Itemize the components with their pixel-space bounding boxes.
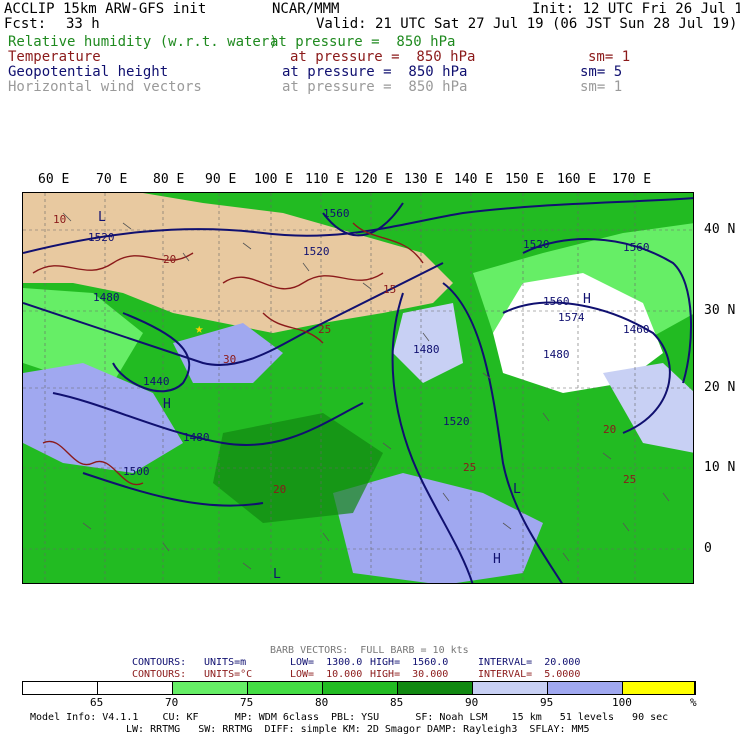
height-label: 1574 [558, 311, 585, 324]
field-gph-sm: sm= 5 [580, 64, 623, 80]
field-temp-level: at pressure = 850 hPa [290, 49, 476, 65]
field-gph-name: Geopotential height [8, 64, 169, 80]
field-temp-sm: sm= 1 [588, 49, 631, 65]
lon-label: 150 E [505, 172, 545, 187]
colorbar-swatch [398, 682, 473, 694]
colorbar-tick: 100 [612, 696, 632, 709]
lon-label: 70 E [96, 172, 128, 187]
low-center-label: L [513, 482, 521, 497]
colorbar-swatch [473, 682, 548, 694]
height-label: 1480 [543, 348, 570, 361]
barb-info: BARB VECTORS: FULL BARB = 10 kts [270, 645, 469, 656]
lat-label: 40 N [704, 222, 736, 237]
height-label: 1480 [183, 431, 210, 444]
contour-high-m: HIGH= 1560.0 [370, 657, 449, 668]
contour-label-c: CONTOURS: [132, 669, 187, 680]
contour-units-c: UNITS=°C [204, 669, 253, 680]
location-star-icon: ★ [195, 321, 204, 337]
height-label: 1520 [443, 415, 470, 428]
model-title: ACCLIP 15km ARW-GFS init [4, 1, 207, 17]
lat-label: 10 N [704, 460, 736, 475]
height-label: 1520 [303, 245, 330, 258]
field-rh-name: Relative humidity (w.r.t. water) [8, 34, 278, 50]
lon-label: 130 E [404, 172, 444, 187]
height-label: 1500 [123, 465, 150, 478]
colorbar-tick: 70 [165, 696, 179, 709]
lon-label: 80 E [153, 172, 185, 187]
temp-label: 20 [273, 483, 286, 496]
colorbar-swatch [323, 682, 398, 694]
height-label: 1560 [623, 241, 650, 254]
lon-label: 110 E [305, 172, 345, 187]
lat-label: 30 N [704, 303, 736, 318]
contour-label-m: CONTOURS: [132, 657, 187, 668]
field-wind-name: Horizontal wind vectors [8, 79, 202, 95]
height-label: 1480 [413, 343, 440, 356]
field-gph-level: at pressure = 850 hPa [282, 64, 468, 80]
colorbar-tick: 90 [465, 696, 479, 709]
field-wind-sm: sm= 1 [580, 79, 623, 95]
model-info-line2: LW: RRTMG SW: RRTMG DIFF: simple KM: 2D … [126, 724, 590, 735]
contour-low-c: LOW= 10.000 [290, 669, 363, 680]
field-rh-level: at pressure = 850 hPa [270, 34, 456, 50]
lat-label: 0 [704, 541, 712, 556]
temp-label: 25 [623, 473, 636, 486]
height-label: 1520 [88, 231, 115, 244]
temp-label: 20 [163, 253, 176, 266]
temp-label: 30 [223, 353, 236, 366]
height-label: 1440 [143, 375, 170, 388]
model-info-line1: Model Info: V4.1.1 CU: KF MP: WDM 6class… [30, 712, 669, 723]
lon-label: 170 E [612, 172, 652, 187]
colorbar-swatch [23, 682, 98, 694]
org-label: NCAR/MMM [272, 1, 340, 17]
colorbar-swatch [623, 682, 695, 694]
lon-label: 60 E [38, 172, 70, 187]
contour-interval-m: INTERVAL= 20.000 [478, 657, 581, 668]
colorbar-tick: 85 [390, 696, 404, 709]
weather-map: 1520 1480 1520 1560 1440 1480 1500 1560 … [22, 192, 694, 584]
lon-label: 90 E [205, 172, 237, 187]
field-wind-level: at pressure = 850 hPa [282, 79, 468, 95]
low-center-label: L [98, 210, 106, 225]
init-time: Init: 12 UTC Fri 26 Jul 19 [532, 1, 740, 17]
height-label: 1560 [543, 295, 570, 308]
temp-label: 15 [383, 283, 396, 296]
lon-label: 120 E [354, 172, 394, 187]
high-center-label: H [163, 397, 171, 412]
colorbar-swatch [248, 682, 323, 694]
fcst-value: 33 h [66, 16, 100, 32]
colorbar-swatch [548, 682, 623, 694]
map-svg: 1520 1480 1520 1560 1440 1480 1500 1560 … [23, 193, 693, 583]
lon-label: 160 E [557, 172, 597, 187]
low-center-label: L [273, 567, 281, 582]
temp-label: 25 [463, 461, 476, 474]
high-center-label: H [493, 552, 501, 567]
valid-time: Valid: 21 UTC Sat 27 Jul 19 (06 JST Sun … [316, 16, 738, 32]
field-temp-name: Temperature [8, 49, 101, 65]
colorbar-tick: 65 [90, 696, 104, 709]
height-label: 1460 [623, 323, 650, 336]
height-label: 1480 [93, 291, 120, 304]
lon-label: 140 E [454, 172, 494, 187]
colorbar-tick: % [690, 696, 697, 709]
lon-label: 100 E [254, 172, 294, 187]
temp-label: 20 [603, 423, 616, 436]
fcst-label: Fcst: [4, 16, 47, 32]
colorbar-swatch [98, 682, 173, 694]
temp-label: 25 [318, 323, 331, 336]
height-label: 1520 [523, 238, 550, 251]
high-center-label: H [583, 292, 591, 307]
colorbar-tick: 80 [315, 696, 329, 709]
temp-label: 10 [53, 213, 66, 226]
contour-units-m: UNITS=m [204, 657, 247, 668]
contour-high-c: HIGH= 30.000 [370, 669, 449, 680]
rh-colorbar [22, 681, 696, 695]
colorbar-tick: 95 [540, 696, 554, 709]
contour-low-m: LOW= 1300.0 [290, 657, 363, 668]
lat-label: 20 N [704, 380, 736, 395]
colorbar-tick: 75 [240, 696, 254, 709]
contour-interval-c: INTERVAL= 5.0000 [478, 669, 581, 680]
height-label: 1560 [323, 207, 350, 220]
colorbar-swatch [173, 682, 248, 694]
